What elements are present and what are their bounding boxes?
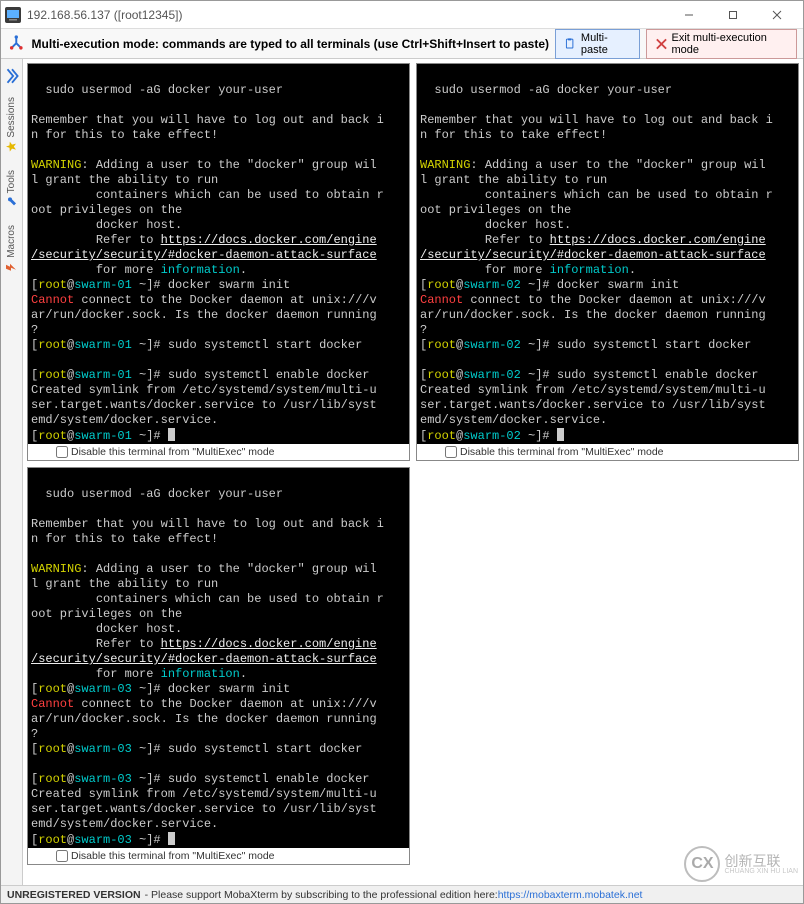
- fork-icon: [7, 34, 26, 54]
- disable-terminal-checkbox[interactable]: [56, 850, 68, 862]
- window-titlebar: 192.168.56.137 ([root12345]): [1, 1, 803, 29]
- terminal-pane: sudo usermod -aG docker your-user Rememb…: [27, 467, 410, 865]
- statusbar: UNREGISTERED VERSION - Please support Mo…: [1, 885, 803, 903]
- bolt-icon: [7, 262, 17, 272]
- sidebar-tab-label: Sessions: [6, 97, 17, 138]
- sidebar-tab-macros[interactable]: Macros: [4, 219, 19, 278]
- disable-terminal-row[interactable]: Disable this terminal from "MultiExec" m…: [28, 848, 409, 864]
- exit-multiexec-label: Exit multi-execution mode: [672, 32, 789, 56]
- disable-terminal-label: Disable this terminal from "MultiExec" m…: [460, 446, 664, 458]
- disable-terminal-label: Disable this terminal from "MultiExec" m…: [71, 446, 275, 458]
- close-button[interactable]: [755, 1, 799, 29]
- exit-x-icon: [655, 37, 668, 51]
- terminal-grid: sudo usermod -aG docker your-user Rememb…: [23, 59, 803, 885]
- disable-terminal-row[interactable]: Disable this terminal from "MultiExec" m…: [28, 444, 409, 460]
- sidebar-tab-label: Tools: [6, 170, 17, 193]
- disable-terminal-checkbox[interactable]: [56, 446, 68, 458]
- sidebar: Sessions Tools Macros: [1, 59, 23, 885]
- disable-terminal-checkbox[interactable]: [445, 446, 457, 458]
- multi-paste-button[interactable]: Multi-paste: [555, 29, 640, 59]
- multiexec-toolbar: Multi-execution mode: commands are typed…: [1, 29, 803, 59]
- app-icon: [5, 7, 21, 23]
- terminal-pane: sudo usermod -aG docker your-user Rememb…: [27, 63, 410, 461]
- sidebar-tab-label: Macros: [6, 225, 17, 258]
- window-title: 192.168.56.137 ([root12345]): [27, 8, 667, 22]
- sidebar-expand-icon[interactable]: [3, 67, 21, 85]
- sidebar-tab-sessions[interactable]: Sessions: [4, 91, 19, 158]
- disable-terminal-label: Disable this terminal from "MultiExec" m…: [71, 850, 275, 862]
- status-text: - Please support MobaXterm by subscribin…: [145, 889, 498, 901]
- terminal-pane: sudo usermod -aG docker your-user Rememb…: [416, 63, 799, 461]
- terminal-output[interactable]: sudo usermod -aG docker your-user Rememb…: [28, 468, 409, 848]
- wrench-icon: [7, 197, 17, 207]
- maximize-button[interactable]: [711, 1, 755, 29]
- status-link[interactable]: https://mobaxterm.mobatek.net: [498, 889, 643, 901]
- status-unregistered: UNREGISTERED VERSION: [7, 889, 141, 901]
- minimize-button[interactable]: [667, 1, 711, 29]
- terminal-output[interactable]: sudo usermod -aG docker your-user Rememb…: [417, 64, 798, 444]
- disable-terminal-row[interactable]: Disable this terminal from "MultiExec" m…: [417, 444, 798, 460]
- multi-paste-label: Multi-paste: [581, 32, 631, 56]
- star-icon: [7, 142, 17, 152]
- terminal-output[interactable]: sudo usermod -aG docker your-user Rememb…: [28, 64, 409, 444]
- paste-icon: [564, 37, 577, 51]
- mode-label: Multi-execution mode: commands are typed…: [32, 37, 549, 51]
- exit-multiexec-button[interactable]: Exit multi-execution mode: [646, 29, 797, 59]
- sidebar-tab-tools[interactable]: Tools: [4, 164, 19, 213]
